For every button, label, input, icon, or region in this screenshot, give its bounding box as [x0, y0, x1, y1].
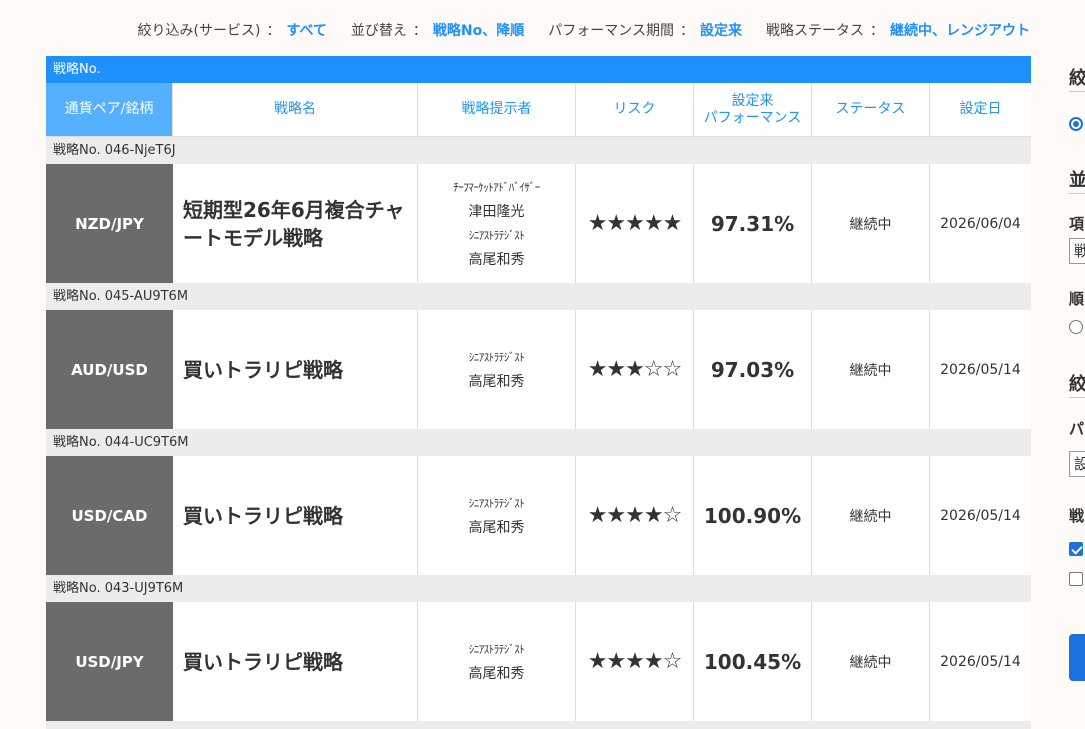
service-filter-label: 絞り込み(サービス): [137, 23, 261, 39]
period-filter-label: パフォーマンス期間: [548, 23, 674, 39]
status-value: 継続中: [812, 456, 930, 575]
provider-title: ｼﾆｱｽﾄﾗﾃｼﾞｽﾄ: [468, 642, 525, 656]
period-filter: パフォーマンス期間 ： 設定来: [548, 20, 742, 40]
strategy-name-link[interactable]: 買いトラリピ戦略: [173, 310, 418, 429]
header-performance-line1: 設定来: [731, 92, 774, 109]
table-row[interactable]: AUD/USD 買いトラリピ戦略 ｼﾆｱｽﾄﾗﾃｼﾞｽﾄ 高尾和秀 ★★★☆☆ …: [46, 310, 1031, 429]
provider-cell: ﾁｰﾌﾏｰｹｯﾄｱﾄﾞﾊﾞｲｻﾞｰ 津田隆光 ｼﾆｱｽﾄﾗﾃｼﾞｽﾄ 高尾和秀: [418, 164, 576, 283]
filter-sidebar: 絞 並 項 戦 順 絞 パ 設 戦: [1066, 0, 1085, 729]
service-filter: 絞り込み(サービス) ： すべて: [138, 20, 327, 40]
table-row[interactable]: USD/JPY 買いトラリピ戦略 ｼﾆｱｽﾄﾗﾃｼﾞｽﾄ 高尾和秀 ★★★★☆ …: [46, 602, 1031, 721]
performance-value: 97.31%: [694, 164, 812, 283]
service-all-radio[interactable]: [1069, 117, 1083, 131]
provider-title: ﾁｰﾌﾏｰｹｯﾄｱﾄﾞﾊﾞｲｻﾞｰ: [453, 180, 540, 194]
provider-name: 高尾和秀: [468, 251, 525, 268]
strategy-code: 戦略No. 045-AU9T6M: [46, 283, 1031, 310]
provider-title: ｼﾆｱｽﾄﾗﾃｼﾞｽﾄ: [468, 350, 525, 364]
sort-order-label: 順: [1069, 290, 1085, 308]
risk-rating: ★★★★☆: [576, 602, 694, 721]
risk-rating: ★★★☆☆: [576, 310, 694, 429]
table-caption: 戦略No.: [46, 56, 1031, 83]
date-value: 2026/05/14: [940, 361, 1021, 378]
strategy-code: 戦略No. 043-UJ9T6M: [46, 575, 1031, 602]
pair-cell: USD/CAD: [46, 456, 173, 575]
date-value: 2026/05/14: [940, 507, 1021, 524]
sort-order-radio[interactable]: [1069, 320, 1083, 334]
filter-summary: 絞り込み(サービス) ： すべて 並び替え ： 戦略No、降順 パフォーマンス期…: [138, 20, 1030, 40]
status-rangeout-checkbox[interactable]: [1069, 572, 1083, 586]
period-label: パ: [1069, 420, 1085, 438]
strategy-item[interactable]: 戦略No. 043-UJ9T6M USD/JPY 買いトラリピ戦略 ｼﾆｱｽﾄﾗ…: [46, 575, 1031, 721]
header-pair: 通貨ペア/銘柄: [46, 83, 173, 136]
sort-filter-link[interactable]: 戦略No、降順: [433, 20, 524, 40]
strategy-code: 戦略No. 044-UC9T6M: [46, 429, 1031, 456]
strategy-table: 戦略No. 通貨ペア/銘柄 戦略名 戦略提示者 リスク 設定来 パフォーマンス …: [46, 56, 1031, 729]
sort-filter: 並び替え ： 戦略No、降順: [351, 20, 524, 40]
date-value: 2026/05/14: [940, 653, 1021, 670]
separator: ：: [680, 23, 694, 39]
status-filter-label: 戦略ステータス: [766, 23, 864, 39]
table-row[interactable]: NZD/JPY 短期型26年6月複合チャートモデル戦略 ﾁｰﾌﾏｰｹｯﾄｱﾄﾞﾊ…: [46, 164, 1031, 283]
provider-cell: ｼﾆｱｽﾄﾗﾃｼﾞｽﾄ 高尾和秀: [418, 602, 576, 721]
sidebar-filter-heading-2: 絞: [1069, 370, 1085, 398]
header-provider: 戦略提示者: [418, 83, 576, 136]
strategy-item[interactable]: 戦略No. 045-AU9T6M AUD/USD 買いトラリピ戦略 ｼﾆｱｽﾄﾗ…: [46, 283, 1031, 429]
service-filter-link[interactable]: すべて: [286, 20, 326, 40]
pair-cell: NZD/JPY: [46, 164, 173, 283]
sidebar-sort-heading: 並: [1069, 166, 1085, 194]
header-risk: リスク: [576, 83, 694, 136]
separator: ：: [266, 23, 281, 39]
apply-filter-button[interactable]: [1069, 634, 1085, 681]
separator: ：: [412, 23, 427, 39]
status-value: 継続中: [812, 164, 930, 283]
performance-value: 100.90%: [694, 456, 812, 575]
period-filter-link[interactable]: 設定来: [700, 20, 742, 40]
sort-item-label: 項: [1069, 215, 1085, 233]
provider-title: ｼﾆｱｽﾄﾗﾃｼﾞｽﾄ: [468, 228, 525, 242]
strategy-item[interactable]: 戦略No. 044-UC9T6M USD/CAD 買いトラリピ戦略 ｼﾆｱｽﾄﾗ…: [46, 429, 1031, 575]
strategy-name-link[interactable]: 短期型26年6月複合チャートモデル戦略: [173, 164, 418, 283]
status-label: 戦: [1069, 507, 1085, 525]
strategy-item[interactable]: 戦略No. 046-NjeT6J NZD/JPY 短期型26年6月複合チャートモ…: [46, 137, 1031, 283]
pair-cell: AUD/USD: [46, 310, 173, 429]
header-status: ステータス: [812, 83, 930, 136]
header-performance: 設定来 パフォーマンス: [694, 83, 812, 136]
status-value: 継続中: [812, 602, 930, 721]
status-filter-link[interactable]: 継続中、レンジアウト: [890, 20, 1030, 40]
provider-name: 高尾和秀: [468, 519, 525, 536]
date-value: 2026/06/04: [940, 215, 1021, 232]
provider-cell: ｼﾆｱｽﾄﾗﾃｼﾞｽﾄ 高尾和秀: [418, 456, 576, 575]
risk-rating: ★★★★☆: [576, 456, 694, 575]
sidebar-filter-heading: 絞: [1069, 64, 1085, 92]
strategy-name-link[interactable]: 買いトラリピ戦略: [173, 602, 418, 721]
strategy-item[interactable]: [46, 721, 1031, 729]
header-date: 設定日: [959, 101, 1002, 117]
provider-cell: ｼﾆｱｽﾄﾗﾃｼﾞｽﾄ 高尾和秀: [418, 310, 576, 429]
sort-item-select[interactable]: 戦: [1069, 238, 1085, 264]
period-select[interactable]: 設: [1069, 451, 1085, 477]
status-filter: 戦略ステータス ： 継続中、レンジアウト: [766, 20, 1030, 40]
strategy-name-link[interactable]: 買いトラリピ戦略: [173, 456, 418, 575]
provider-name: 高尾和秀: [468, 665, 525, 682]
performance-value: 100.45%: [694, 602, 812, 721]
header-name: 戦略名: [173, 83, 418, 136]
status-value: 継続中: [812, 310, 930, 429]
provider-name: 高尾和秀: [468, 373, 525, 390]
header-performance-line2: パフォーマンス: [703, 109, 802, 126]
risk-rating: ★★★★★: [576, 164, 694, 283]
table-header: 通貨ペア/銘柄 戦略名 戦略提示者 リスク 設定来 パフォーマンス ステータス …: [46, 83, 1031, 137]
strategy-code: [46, 721, 1031, 729]
provider-name: 津田隆光: [468, 203, 525, 220]
separator: ：: [870, 23, 884, 39]
status-continuing-checkbox[interactable]: [1069, 542, 1083, 556]
performance-value: 97.03%: [694, 310, 812, 429]
provider-title: ｼﾆｱｽﾄﾗﾃｼﾞｽﾄ: [468, 496, 525, 510]
pair-cell: USD/JPY: [46, 602, 173, 721]
strategy-code: 戦略No. 046-NjeT6J: [46, 137, 1031, 164]
table-row[interactable]: USD/CAD 買いトラリピ戦略 ｼﾆｱｽﾄﾗﾃｼﾞｽﾄ 高尾和秀 ★★★★☆ …: [46, 456, 1031, 575]
sort-filter-label: 並び替え: [350, 23, 407, 39]
